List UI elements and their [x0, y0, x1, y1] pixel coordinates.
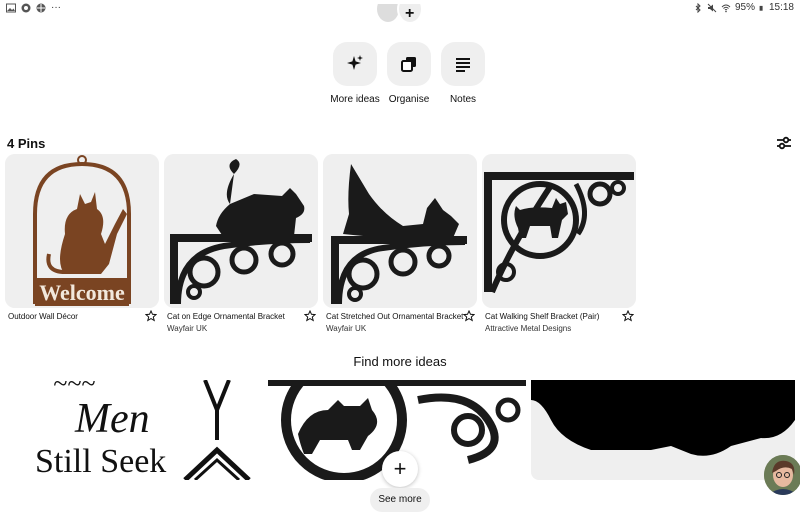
pin-card[interactable]: Cat Stretched Out Ornamental Bracket Way… — [323, 154, 477, 340]
board-actions: More ideas Organise Notes — [328, 42, 490, 105]
user-avatar-image — [764, 455, 800, 495]
wifi-icon — [721, 4, 731, 12]
filter-icon[interactable] — [776, 135, 792, 151]
pins-count-title: 4 Pins — [7, 136, 46, 151]
notes-icon — [456, 58, 470, 72]
pin-title: Cat on Edge Ornamental Bracket — [167, 312, 285, 321]
organise-icon — [401, 57, 416, 72]
organise-icon-button[interactable] — [387, 42, 431, 86]
battery-icon — [759, 5, 763, 11]
pin-source: Wayfair UK — [326, 324, 367, 333]
star-icon[interactable] — [145, 310, 157, 322]
more-ideas-button[interactable]: More ideas — [330, 42, 380, 105]
pin-card[interactable]: Cat Walking Shelf Bracket (Pair) Attract… — [482, 154, 636, 340]
add-button[interactable]: + — [382, 451, 418, 487]
idea-text-line1: Men — [74, 396, 150, 442]
more-ideas-icon-button[interactable] — [333, 42, 377, 86]
status-left: ··· — [6, 2, 61, 13]
star-icon[interactable] — [304, 310, 316, 322]
cat-stretched-bracket-illustration — [323, 154, 477, 308]
app-icon-2 — [36, 3, 46, 12]
cat-bracket-illustration — [164, 154, 318, 308]
plus-icon: + — [405, 5, 415, 22]
user-avatar[interactable] — [764, 455, 800, 495]
app-icon — [21, 3, 31, 12]
find-more-ideas-title: Find more ideas — [353, 354, 447, 369]
pin-image[interactable] — [323, 154, 477, 308]
idea-card[interactable]: ~~~ Men Still Seek — [5, 380, 263, 480]
sparkle-icon — [347, 55, 363, 70]
star-icon[interactable] — [622, 310, 634, 322]
more-ideas-label: More ideas — [330, 94, 380, 105]
pins-grid: Welcome Outdoor Wall Décor Cat on Edge O… — [5, 154, 636, 340]
notes-label: Notes — [449, 94, 477, 105]
pin-meta: Outdoor Wall Décor — [5, 310, 159, 340]
organise-button[interactable]: Organise — [385, 42, 433, 105]
idea-text-line2: Still Seek — [35, 443, 166, 480]
clock: 15:18 — [768, 2, 794, 13]
notes-button[interactable]: Notes — [439, 42, 487, 105]
pin-image[interactable]: Welcome — [5, 154, 159, 308]
welcome-sign-illustration: Welcome — [5, 154, 159, 308]
pin-source: Wayfair UK — [167, 324, 208, 333]
pin-image[interactable] — [482, 154, 636, 308]
bluetooth-icon — [695, 2, 701, 13]
welcome-sign-text: Welcome — [39, 280, 125, 305]
battery-percent: 95% — [734, 2, 755, 13]
more-dots: ··· — [51, 2, 61, 13]
see-more-button[interactable]: See more — [370, 488, 430, 512]
notes-icon-button[interactable] — [441, 42, 485, 86]
pin-meta: Cat Stretched Out Ornamental Bracket Way… — [323, 310, 477, 340]
status-right: 95% 15:18 — [693, 2, 794, 13]
pin-card[interactable]: Cat on Edge Ornamental Bracket Wayfair U… — [164, 154, 318, 340]
gallery-icon — [6, 3, 16, 12]
pin-meta: Cat Walking Shelf Bracket (Pair) Attract… — [482, 310, 636, 340]
mute-icon — [707, 3, 717, 12]
pin-source: Attractive Metal Designs — [485, 324, 572, 333]
pin-title: Cat Stretched Out Ornamental Bracket — [326, 312, 464, 321]
star-icon[interactable] — [463, 310, 475, 322]
idea-card[interactable] — [531, 380, 795, 480]
cat-walking-bracket-illustration — [482, 154, 636, 308]
organise-label: Organise — [388, 94, 430, 105]
pin-title: Cat Walking Shelf Bracket (Pair) — [485, 312, 600, 321]
board-collaborators[interactable]: + — [375, 4, 425, 30]
idea-image-cat-silhouette — [531, 380, 795, 480]
pin-card[interactable]: Welcome Outdoor Wall Décor — [5, 154, 159, 340]
idea-image-text-sign: ~~~ Men Still Seek — [5, 380, 263, 480]
pin-image[interactable] — [164, 154, 318, 308]
pin-meta: Cat on Edge Ornamental Bracket Wayfair U… — [164, 310, 318, 340]
pin-title: Outdoor Wall Décor — [8, 312, 78, 321]
